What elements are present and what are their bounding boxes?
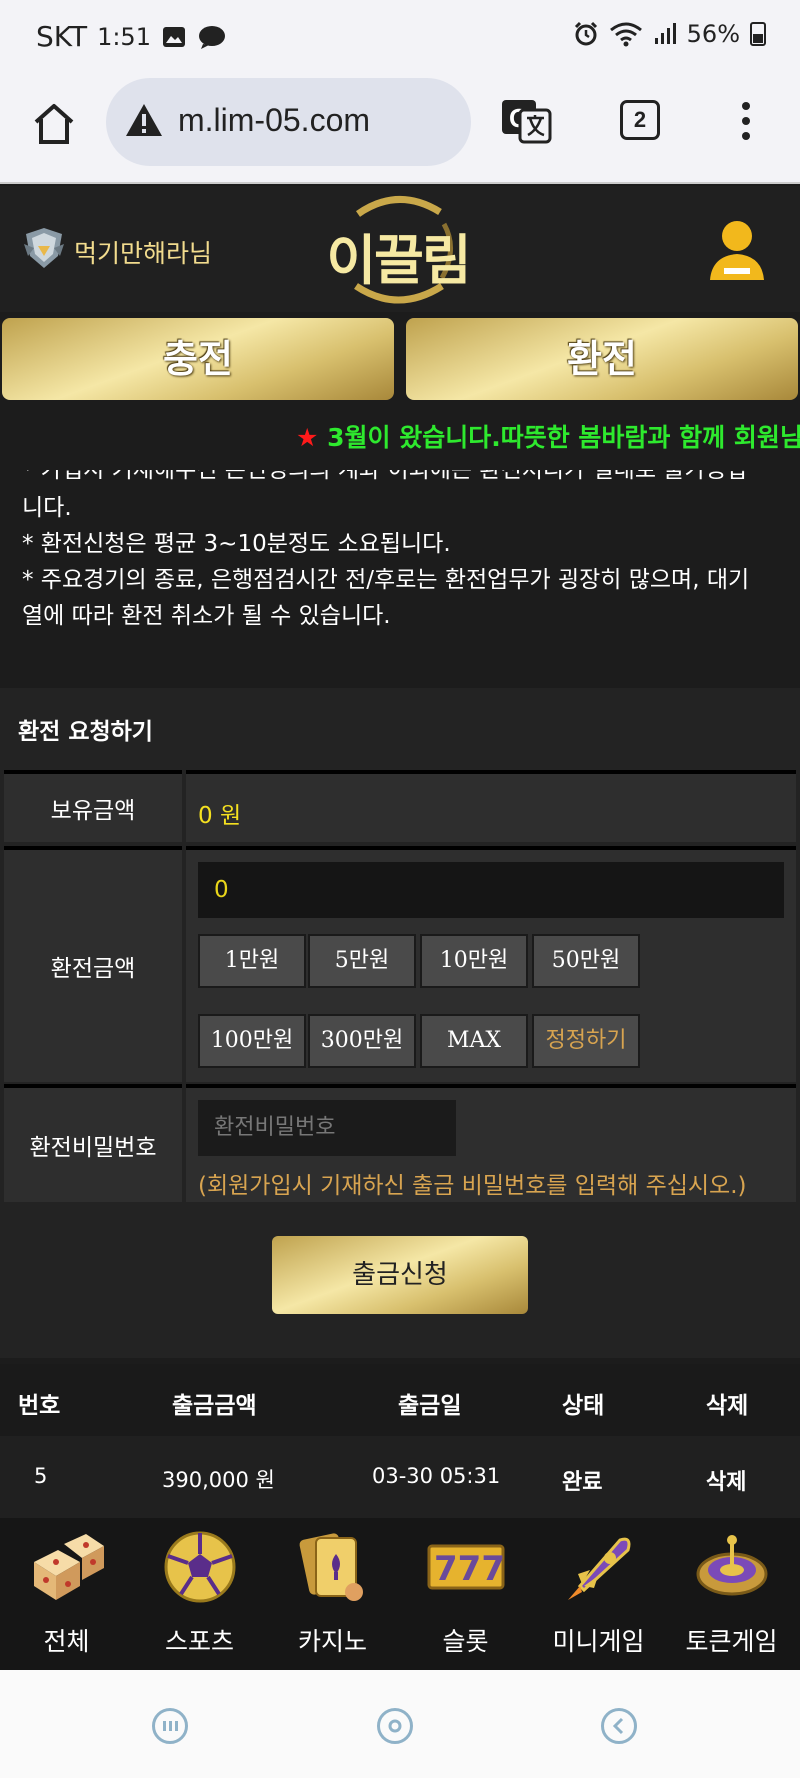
tab-switcher-button[interactable]: 2 [620, 100, 660, 140]
balance-label: 보유금액 [4, 770, 182, 842]
star-icon: ★ [296, 423, 319, 452]
browser-toolbar: m.lim-05.com G 2 [0, 74, 800, 184]
warning-icon[interactable] [124, 102, 164, 138]
home-icon[interactable] [32, 102, 76, 146]
nav-label: 카지노 [297, 1627, 367, 1656]
recent-apps-icon[interactable] [152, 1708, 188, 1744]
col-status: 상태 [562, 1393, 605, 1419]
amount-500k-button[interactable]: 50만원 [532, 934, 640, 988]
notice-line: 니다. [22, 495, 72, 521]
nav-minigame[interactable]: 미니게임 [532, 1518, 665, 1670]
notice-marquee: ★ 3월이 왔습니다.따뜻한 봄바람과 함께 회원님 [0, 414, 800, 458]
notice-line: 열에 따라 환전 취소가 될 수 있습니다. [22, 603, 391, 629]
slot-777-icon: 777 [427, 1544, 505, 1590]
username-label[interactable]: 먹기만해라님 [74, 234, 212, 270]
exchange-form: 환전 요청하기 보유금액 0 원 환전금액 0 1만원 5만원 10만원 50만… [0, 688, 800, 1358]
url-text: m.lim-05.com [178, 102, 371, 138]
notice-clipped-line: * 가입시 기재해주신 본인명의의 계좌 이외에는 환전처리가 절대로 불가능합 [22, 470, 748, 483]
nav-sports[interactable]: 스포츠 [133, 1518, 266, 1670]
rocket-icon [568, 1537, 631, 1600]
history-header: 번호 출금금액 출금일 상태 삭제 [0, 1364, 800, 1436]
row-amount: 390,000 원 [162, 1468, 275, 1492]
status-bar: SKT 1:51 56% [0, 0, 800, 74]
alarm-icon [574, 21, 597, 46]
logo-text: 이끌림 [326, 229, 471, 292]
amount-input[interactable]: 0 [198, 862, 784, 918]
home-button-icon[interactable] [377, 1708, 413, 1744]
amount-100k-button[interactable]: 10만원 [420, 934, 528, 988]
amount-max-button[interactable]: MAX [420, 1014, 528, 1068]
battery-percent: 56% [686, 20, 740, 48]
nav-label: 미니게임 [552, 1627, 645, 1656]
wifi-icon [609, 22, 642, 47]
time-label: 1:51 [97, 22, 151, 51]
nav-token-game[interactable]: 토큰게임 [665, 1518, 798, 1670]
notice-line: * 주요경기의 종료, 은행점검시간 전/후로는 환전업무가 굉장히 많으며, … [22, 567, 750, 593]
game-category-nav: 전체 스포츠 카지노 777 슬롯 미니게임 토큰게임 [0, 1518, 800, 1670]
roulette-icon [696, 1535, 768, 1596]
row-number: 5 [34, 1464, 48, 1488]
chat-icon [198, 25, 225, 49]
nav-label: 슬롯 [442, 1627, 489, 1656]
back-icon[interactable] [601, 1708, 637, 1744]
profile-icon[interactable] [706, 218, 768, 284]
battery-icon [750, 22, 766, 46]
nav-casino[interactable]: 카지노 [266, 1518, 399, 1670]
amount-1m-button[interactable]: 100만원 [198, 1014, 306, 1068]
col-delete: 삭제 [706, 1393, 749, 1419]
amount-reset-button[interactable]: 정정하기 [532, 1014, 640, 1068]
amount-50k-button[interactable]: 5만원 [308, 934, 416, 988]
system-navigation-bar [0, 1670, 800, 1778]
nav-label: 토큰게임 [685, 1627, 778, 1656]
signal-icon [654, 23, 676, 44]
table-row: 5 390,000 원 03-30 05:31 완료 삭제 [0, 1436, 800, 1518]
nav-label: 스포츠 [164, 1627, 234, 1656]
balance-value: 0 원 [198, 803, 242, 829]
rank-badge-icon [24, 228, 64, 268]
marquee-text: 3월이 왔습니다.따뜻한 봄바람과 함께 회원님 [318, 423, 800, 452]
gallery-icon [162, 26, 185, 47]
soccer-ball-icon [164, 1531, 236, 1603]
notice-line: * 환전신청은 평균 3~10분정도 소요됩니다. [22, 531, 451, 557]
row-date: 03-30 05:31 [372, 1464, 501, 1488]
exchange-button[interactable]: 환전 [406, 318, 798, 400]
col-date: 출금일 [398, 1393, 462, 1419]
browser-menu-icon[interactable] [736, 102, 756, 146]
translate-icon[interactable]: G [500, 98, 552, 144]
form-title: 환전 요청하기 [18, 719, 153, 745]
svg-text:777: 777 [434, 1549, 505, 1589]
row-status: 완료 [562, 1470, 603, 1495]
col-amount: 출금금액 [172, 1393, 257, 1419]
site-logo[interactable]: 이끌림 [318, 194, 478, 304]
nav-label: 전체 [43, 1627, 90, 1656]
password-input[interactable]: 환전비밀번호 [198, 1100, 456, 1156]
balance-cell: 0 원 [186, 770, 796, 842]
password-label: 환전비밀번호 [4, 1084, 182, 1202]
charge-button[interactable]: 충전 [2, 318, 394, 400]
exchange-notice: * 가입시 기재해주신 본인명의의 계좌 이외에는 환전처리가 절대로 불가능합… [22, 470, 782, 634]
withdraw-submit-button[interactable]: 출금신청 [272, 1236, 528, 1314]
address-bar[interactable]: m.lim-05.com [106, 78, 471, 166]
carrier-label: SKT [36, 20, 88, 53]
amount-10k-button[interactable]: 1만원 [198, 934, 306, 988]
col-number: 번호 [18, 1393, 61, 1419]
amount-label: 환전금액 [4, 846, 182, 1082]
dice-icon [34, 1534, 104, 1600]
password-hint: (회원가입시 기재하신 출금 비밀번호를 입력해 주십시오.) [198, 1173, 747, 1199]
nav-all[interactable]: 전체 [0, 1518, 133, 1670]
amount-cell: 0 1만원 5만원 10만원 50만원 100만원 300만원 MAX 정정하기 [186, 846, 796, 1082]
password-cell: 환전비밀번호 (회원가입시 기재하신 출금 비밀번호를 입력해 주십시오.) [186, 1084, 796, 1202]
amount-3m-button[interactable]: 300만원 [308, 1014, 416, 1068]
cards-icon [299, 1533, 363, 1601]
site-header: 먹기만해라님 이끌림 [0, 186, 800, 312]
row-delete-button[interactable]: 삭제 [706, 1464, 746, 1496]
nav-slots[interactable]: 777 슬롯 [399, 1518, 532, 1670]
